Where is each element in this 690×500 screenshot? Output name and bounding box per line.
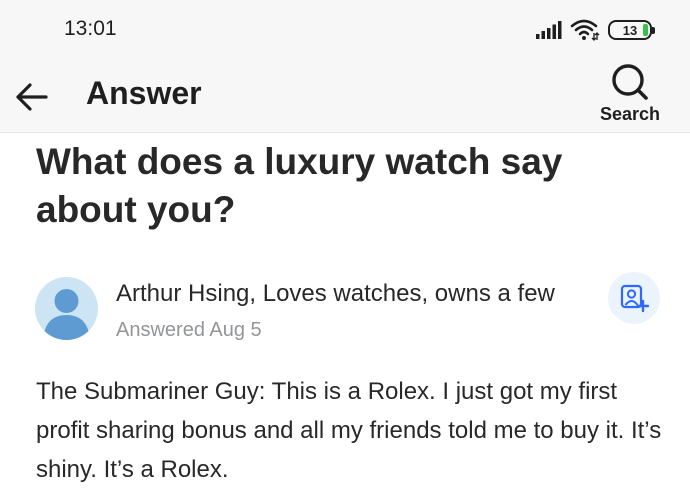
search-button[interactable]: Search [598,62,662,130]
status-time: 13:01 [64,17,117,40]
signal-icon [536,21,562,39]
answer-date: Answered Aug 5 [116,319,262,341]
battery-fill [643,24,648,36]
follow-button[interactable] [608,272,660,324]
page-title: Answer [86,75,202,111]
app-bar: Answer Search [0,60,690,133]
add-person-icon [620,284,649,313]
default-avatar-icon [43,289,90,340]
battery-level: 13 [622,22,638,38]
answer-text: The Submariner Guy: This is a Rolex. I j… [36,378,662,483]
question-title[interactable]: What does a luxury watch say about you? [36,138,646,234]
status-icons: 13 [536,18,655,42]
wifi-icon [570,19,600,41]
avatar[interactable] [35,277,98,340]
status-bar: 13:01 13 [0,0,690,60]
search-label: Search [599,104,661,124]
search-icon [612,64,648,100]
battery-icon: 13 [608,20,655,40]
back-button[interactable] [12,77,52,117]
arrow-left-icon [16,83,48,111]
author-name[interactable]: Arthur Hsing, Loves watches, owns a few [116,280,555,308]
